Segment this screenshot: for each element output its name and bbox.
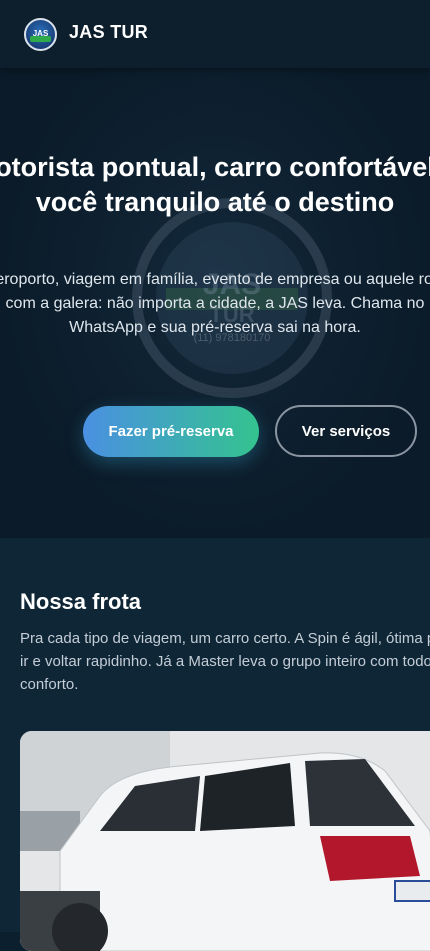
hero-section: JAS TUR (11) 978180170 Motorista pontual… — [0, 68, 430, 538]
site-header: JAS JAS TUR — [0, 0, 430, 68]
pre-reservation-button[interactable]: Fazer pré-reserva — [83, 406, 259, 457]
fleet-section: Nossa frota Pra cada tipo de viagem, um … — [0, 538, 430, 951]
logo-text: JAS — [32, 29, 49, 38]
hero-description: Aeroporto, viagem em família, evento de … — [0, 271, 430, 336]
fleet-description: Pra cada tipo de viagem, um carro certo.… — [20, 630, 430, 693]
jas-tur-logo[interactable]: JAS — [24, 18, 57, 51]
fleet-title: Nossa frota — [20, 589, 142, 614]
view-services-button[interactable]: Ver serviços — [275, 405, 417, 457]
brand-name[interactable]: JAS TUR — [69, 22, 148, 43]
car-photo-card — [20, 731, 430, 951]
hero-title: Motorista pontual, carro confortável e v… — [0, 152, 430, 217]
car-photo-spin — [20, 731, 430, 951]
